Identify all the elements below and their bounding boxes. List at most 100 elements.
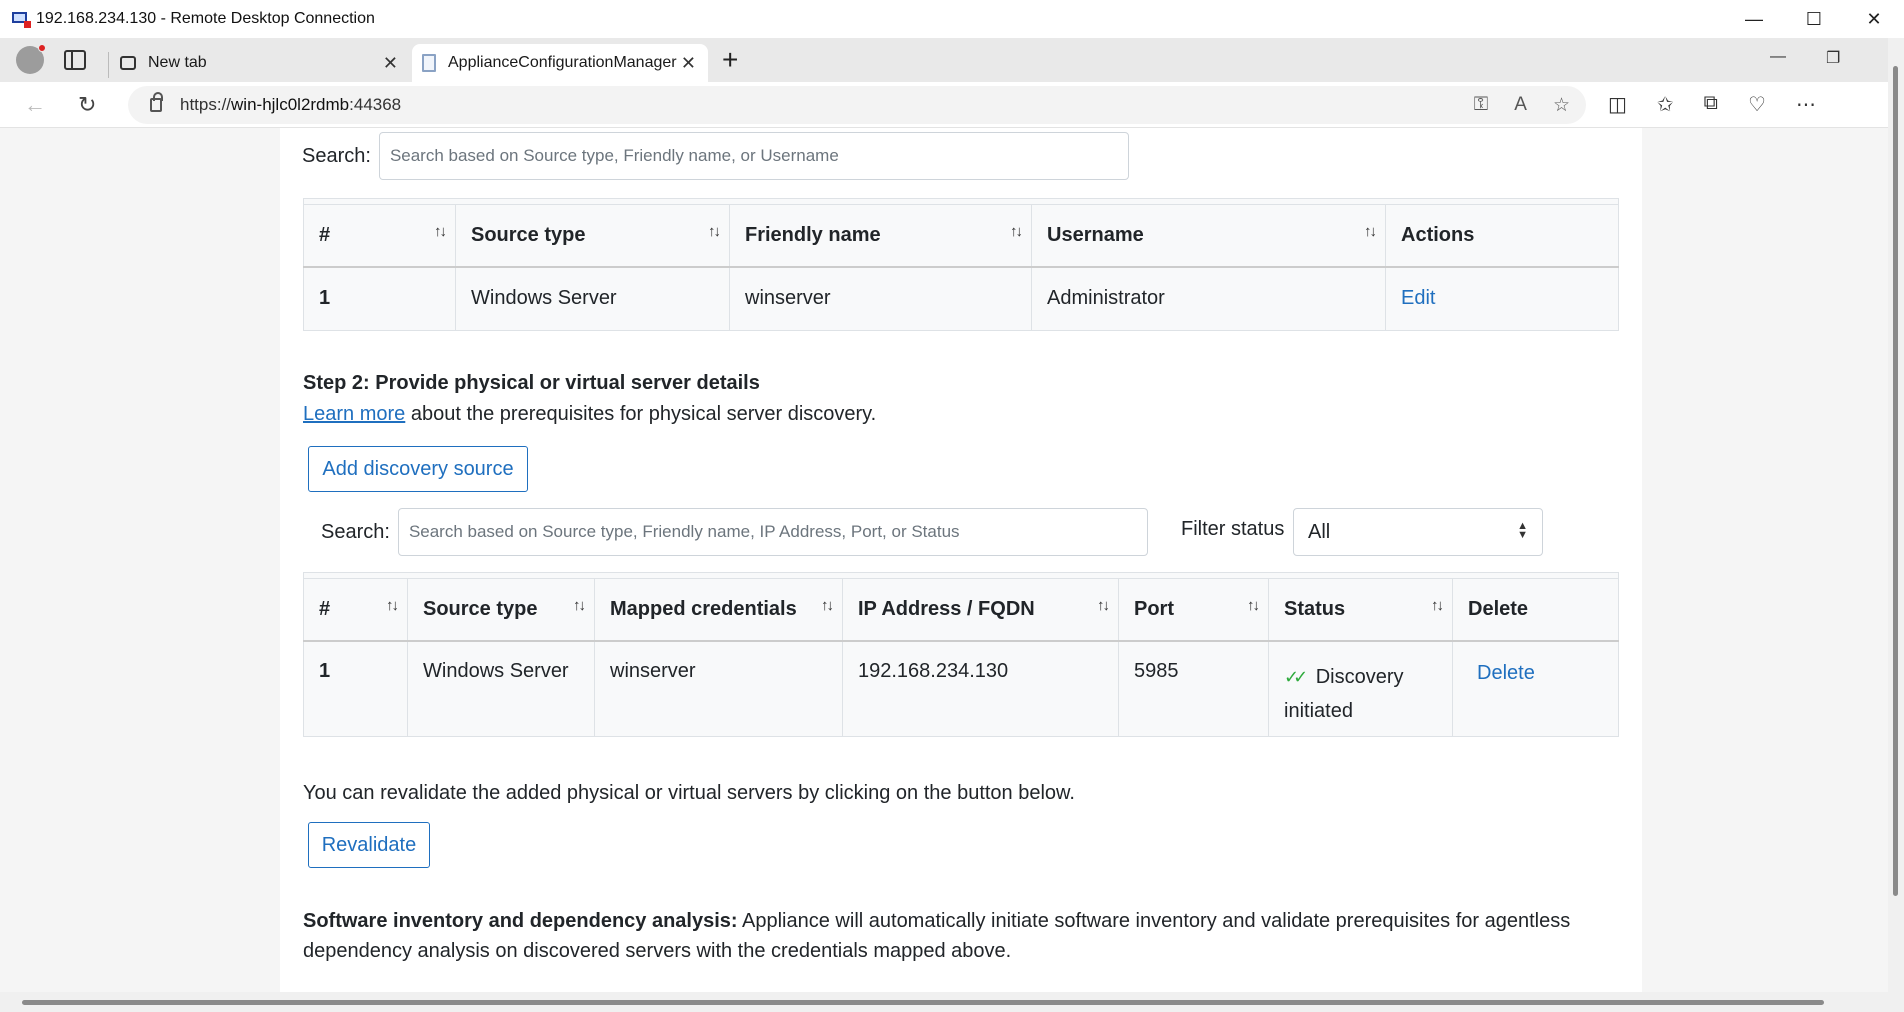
column-header-status[interactable]: Status ↑↓ bbox=[1268, 578, 1453, 641]
select-caret-icon: ▲ ▼ bbox=[1517, 520, 1528, 541]
address-bar-row: ← ↻ https://win-hjlc0l2rdmb:44368 ⚿ A ☆ … bbox=[0, 82, 1888, 128]
cell-source-type: Windows Server bbox=[407, 640, 595, 737]
address-bar-icons: ⚿ A ☆ bbox=[1474, 94, 1570, 117]
tab-separator bbox=[108, 52, 109, 78]
maximize-button[interactable]: ☐ bbox=[1784, 0, 1844, 38]
column-header-delete: Delete bbox=[1452, 578, 1619, 641]
restore-icon[interactable]: ❐ bbox=[1826, 48, 1840, 68]
favorites-icon[interactable]: ✩ bbox=[1657, 92, 1674, 117]
learn-more-link[interactable]: Learn more bbox=[303, 403, 405, 425]
cell-ip-address: 192.168.234.130 bbox=[842, 640, 1119, 737]
cell-delete: Delete bbox=[1452, 640, 1619, 737]
vertical-scrollbar[interactable] bbox=[1888, 38, 1904, 1012]
cell-source-type: Windows Server bbox=[455, 266, 730, 331]
sort-icon[interactable]: ↑↓ bbox=[821, 597, 834, 614]
favorite-star-icon[interactable]: ☆ bbox=[1553, 94, 1570, 117]
sort-icon[interactable]: ↑↓ bbox=[434, 223, 447, 240]
step2-heading: Step 2: Provide physical or virtual serv… bbox=[303, 372, 760, 394]
cell-friendly-name: winserver bbox=[729, 266, 1032, 331]
sort-icon[interactable]: ↑↓ bbox=[1097, 597, 1110, 614]
filter-status-select[interactable]: All ▲ ▼ bbox=[1293, 508, 1543, 556]
key-icon[interactable]: ⚿ bbox=[1474, 94, 1488, 117]
lock-icon[interactable] bbox=[150, 92, 163, 112]
more-menu-icon[interactable]: ⋯ bbox=[1796, 92, 1816, 117]
sort-icon[interactable]: ↑↓ bbox=[1010, 223, 1023, 240]
filter-status-label: Filter status bbox=[1181, 518, 1285, 540]
sort-icon[interactable]: ↑↓ bbox=[386, 597, 399, 614]
notification-dot-icon bbox=[38, 44, 46, 52]
filter-status-value: All bbox=[1308, 520, 1331, 543]
discovery-sources-table: # ↑↓ Source type ↑↓ Mapped credentials ↑↓ I… bbox=[303, 578, 1619, 737]
credentials-table: # ↑↓ Source type ↑↓ Friendly name ↑↓ Userna… bbox=[303, 204, 1619, 331]
url-text[interactable]: https://win-hjlc0l2rdmb:44368 bbox=[180, 95, 401, 115]
credentials-search-input[interactable]: Search based on Source type, Friendly na… bbox=[378, 132, 1129, 180]
minimize-button[interactable]: — bbox=[1724, 0, 1784, 38]
search-label: Search: bbox=[321, 520, 390, 543]
page-viewport: Search: Search based on Source type, Fri… bbox=[0, 128, 1888, 992]
page-favicon-icon bbox=[422, 54, 436, 72]
edit-link[interactable]: Edit bbox=[1401, 287, 1435, 309]
column-header-number[interactable]: # ↑↓ bbox=[303, 578, 408, 641]
tab-new-tab[interactable]: New tab ✕ bbox=[110, 44, 410, 82]
column-header-mapped-credentials[interactable]: Mapped credentials ↑↓ bbox=[594, 578, 843, 641]
cell-actions: Edit bbox=[1385, 266, 1619, 331]
close-window-button[interactable]: ✕ bbox=[1844, 0, 1904, 38]
column-header-friendly-name[interactable]: Friendly name ↑↓ bbox=[729, 204, 1032, 267]
tab-appliance-configuration-manager[interactable]: ApplianceConfigurationManager ✕ bbox=[412, 44, 708, 82]
refresh-icon[interactable]: ↻ bbox=[78, 92, 96, 118]
servers-search-input[interactable]: Search based on Source type, Friendly na… bbox=[397, 508, 1148, 556]
tab-close-icon[interactable]: ✕ bbox=[383, 53, 398, 74]
new-tab-page-icon bbox=[120, 56, 136, 70]
cell-status: ✓✓ Discovery initiated bbox=[1268, 640, 1453, 737]
scrollbar-thumb[interactable] bbox=[1893, 66, 1898, 896]
learn-more-line: Learn more about the prerequisites for p… bbox=[303, 403, 877, 425]
tab-actions-icon[interactable] bbox=[64, 50, 86, 70]
main-content: Search: Search based on Source type, Fri… bbox=[280, 128, 1642, 992]
revalidate-description: You can revalidate the added physical or… bbox=[303, 782, 1075, 804]
tab-close-icon[interactable]: ✕ bbox=[681, 53, 696, 74]
column-header-username[interactable]: Username ↑↓ bbox=[1031, 204, 1386, 267]
credentials-search-row: Search: Search based on Source type, Fri… bbox=[302, 132, 1129, 180]
sort-icon[interactable]: ↑↓ bbox=[573, 597, 586, 614]
cell-username: Administrator bbox=[1031, 266, 1386, 331]
delete-link[interactable]: Delete bbox=[1477, 662, 1535, 684]
sort-icon[interactable]: ↑↓ bbox=[1364, 223, 1377, 240]
table-row: 1 Windows Server winserver 192.168.234.1… bbox=[303, 640, 1619, 737]
cell-port: 5985 bbox=[1118, 640, 1269, 737]
horizontal-scrollbar[interactable] bbox=[0, 992, 1888, 1012]
sort-icon[interactable]: ↑↓ bbox=[1431, 597, 1444, 614]
read-aloud-icon[interactable]: A bbox=[1514, 94, 1527, 117]
column-header-port[interactable]: Port ↑↓ bbox=[1118, 578, 1269, 641]
software-inventory-note: Software inventory and dependency analys… bbox=[303, 910, 1571, 962]
column-header-number[interactable]: # ↑↓ bbox=[303, 204, 456, 267]
column-header-actions: Actions bbox=[1385, 204, 1619, 267]
column-header-source-type[interactable]: Source type ↑↓ bbox=[455, 204, 730, 267]
split-screen-icon[interactable]: ◫ bbox=[1608, 92, 1627, 117]
window-controls: — ☐ ✕ bbox=[1724, 0, 1904, 38]
success-check-icon: ✓✓ bbox=[1284, 666, 1308, 687]
minimize-icon[interactable]: — bbox=[1770, 48, 1786, 66]
scrollbar-thumb[interactable] bbox=[22, 1000, 1824, 1005]
browser-toolbar: ◫ ✩ ⧉ ♡ ⋯ bbox=[1608, 92, 1816, 117]
rdp-title-bar: 192.168.234.130 - Remote Desktop Connect… bbox=[0, 0, 1904, 38]
add-discovery-source-button[interactable]: Add discovery source bbox=[308, 446, 528, 492]
collections-icon[interactable]: ⧉ bbox=[1704, 92, 1718, 117]
profile-avatar-icon[interactable] bbox=[16, 44, 46, 74]
column-header-ip-address[interactable]: IP Address / FQDN ↑↓ bbox=[842, 578, 1119, 641]
back-arrow-icon[interactable]: ← bbox=[24, 92, 46, 118]
tab-label: ApplianceConfigurationManager bbox=[448, 54, 677, 71]
window-title: 192.168.234.130 - Remote Desktop Connect… bbox=[36, 10, 375, 27]
status-line-2: initiated bbox=[1284, 699, 1353, 722]
address-bar[interactable]: https://win-hjlc0l2rdmb:44368 ⚿ A ☆ bbox=[128, 86, 1586, 124]
tab-label: New tab bbox=[148, 54, 207, 71]
cell-mapped-credentials: winserver bbox=[594, 640, 843, 737]
sort-icon[interactable]: ↑↓ bbox=[708, 223, 721, 240]
remote-desktop-icon bbox=[12, 11, 31, 28]
revalidate-button[interactable]: Revalidate bbox=[308, 822, 430, 868]
cell-number: 1 bbox=[303, 640, 408, 737]
column-header-source-type[interactable]: Source type ↑↓ bbox=[407, 578, 595, 641]
cell-number: 1 bbox=[303, 266, 456, 331]
sort-icon[interactable]: ↑↓ bbox=[1247, 597, 1260, 614]
new-tab-button[interactable]: + bbox=[722, 44, 738, 76]
browser-essentials-icon[interactable]: ♡ bbox=[1748, 92, 1766, 117]
